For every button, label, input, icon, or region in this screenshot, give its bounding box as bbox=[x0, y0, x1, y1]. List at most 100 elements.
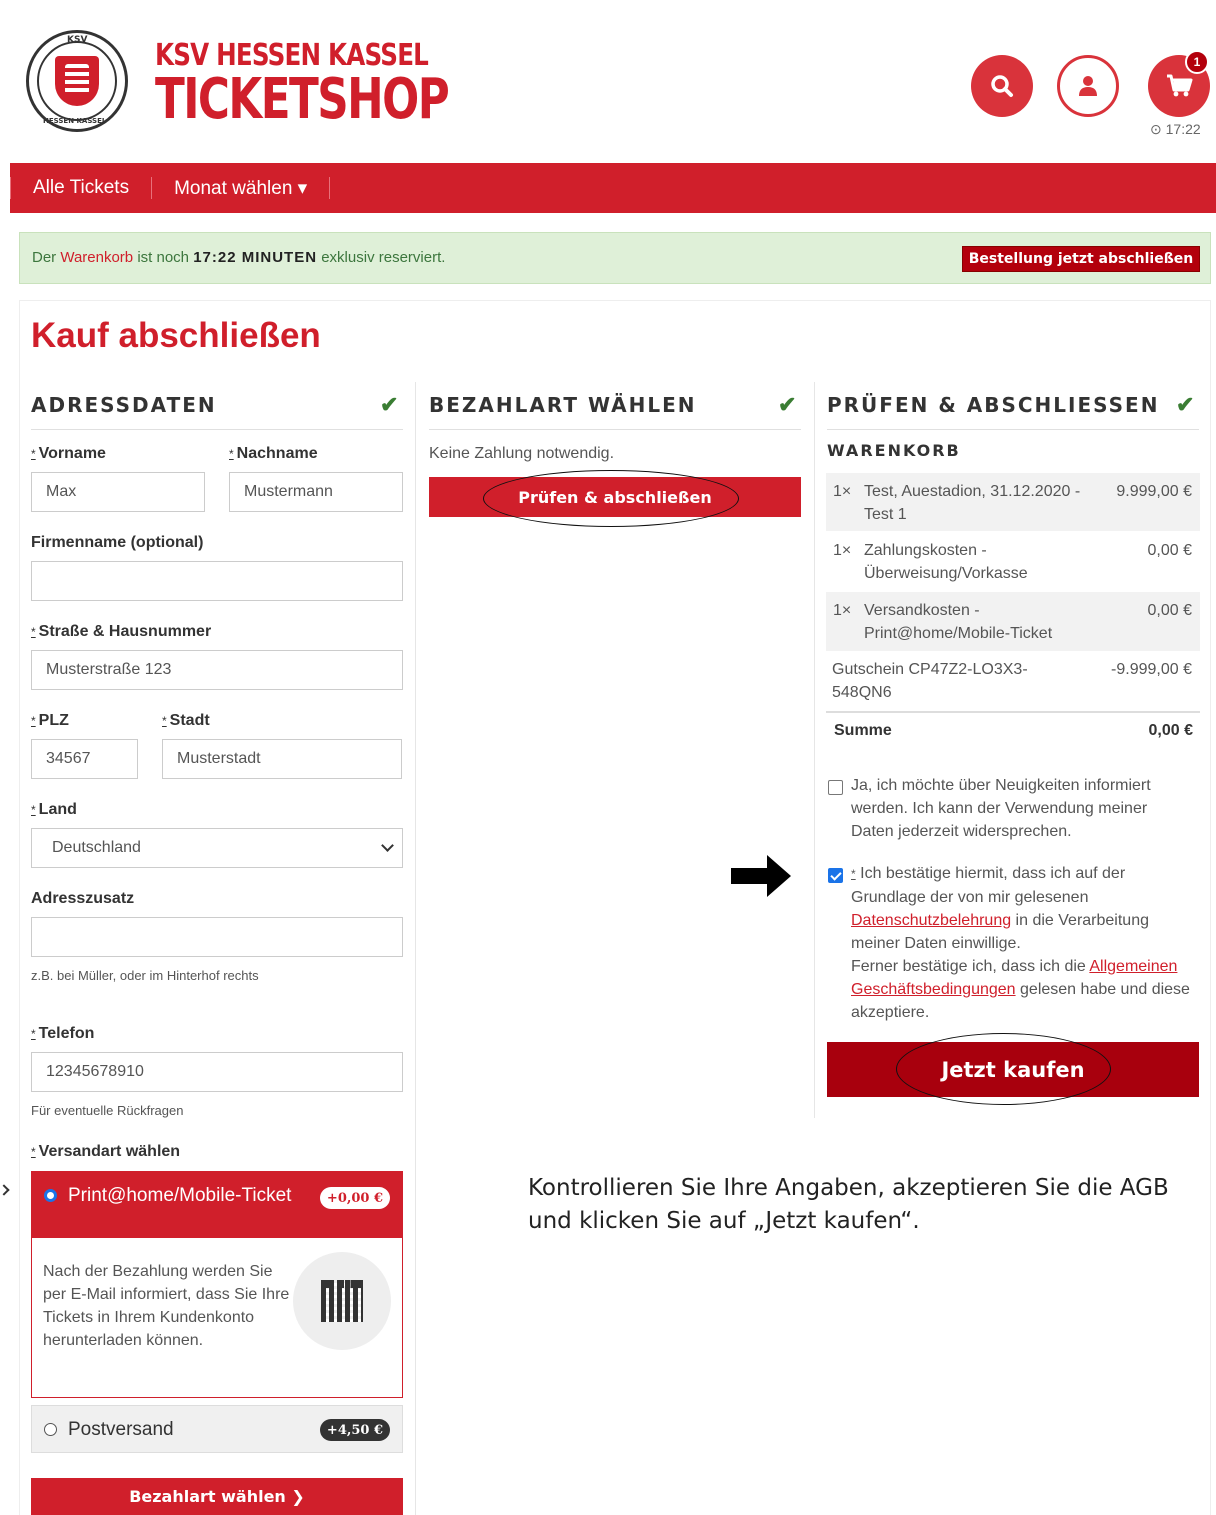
payment-section-title: BEZAHLART WÄHLEN bbox=[429, 393, 697, 417]
zip-label: * PLZ bbox=[31, 712, 69, 729]
reservation-text: ist noch bbox=[133, 249, 194, 266]
item-price: 0,00 € bbox=[1147, 542, 1192, 559]
privacy-policy-link[interactable]: Datenschutzbelehrung bbox=[851, 912, 1011, 929]
logo-bottom-text: HESSEN KASSEL bbox=[43, 117, 107, 125]
voucher-row: Gutschein CP47Z2-LO3X3-548QN6 -9.999,00 … bbox=[826, 651, 1200, 709]
price-badge: +0,00 € bbox=[320, 1187, 390, 1209]
instruction-text: Kontrollieren Sie Ihre Angaben, akzeptie… bbox=[528, 1175, 1169, 1234]
lastname-label: * Nachname bbox=[229, 445, 318, 462]
choose-payment-button[interactable]: Bezahlart wählen ❯ bbox=[31, 1478, 403, 1515]
company-field[interactable] bbox=[31, 561, 403, 601]
page-title: Kauf abschließen bbox=[31, 316, 321, 355]
street-field[interactable]: Musterstraße 123 bbox=[31, 650, 403, 690]
user-icon bbox=[1079, 76, 1097, 96]
item-price: 0,00 € bbox=[1147, 602, 1192, 619]
shipping-option-name: Print@home/Mobile-Ticket bbox=[68, 1185, 292, 1206]
phone-hint: Für eventuelle Rückfragen bbox=[31, 1103, 184, 1118]
cart-item-row: 1× Zahlungskosten - Überweisung/Vorkasse… bbox=[826, 532, 1200, 591]
shipping-option-description: Nach der Bezahlung werden Sie per E-Mail… bbox=[43, 1263, 290, 1349]
item-qty: 1× bbox=[833, 602, 852, 619]
club-logo[interactable]: KSV HESSEN KASSEL bbox=[26, 30, 128, 132]
price-badge: +4,50 € bbox=[320, 1419, 390, 1441]
phone-field[interactable]: 12345678910 bbox=[31, 1052, 403, 1092]
city-label: * Stadt bbox=[162, 712, 210, 729]
complete-order-button[interactable]: Bestellung jetzt abschließen bbox=[962, 246, 1200, 272]
arrow-tip-icon bbox=[0, 1184, 10, 1196]
sum-value: 0,00 € bbox=[1148, 722, 1193, 739]
lastname-field[interactable]: Mustermann bbox=[229, 472, 403, 512]
brand-subtitle[interactable]: TICKETSHOP bbox=[155, 72, 450, 128]
country-selected-value: Deutschland bbox=[52, 839, 141, 856]
review-section-title: PRÜFEN & ABSCHLIESSEN bbox=[827, 393, 1160, 417]
sum-divider bbox=[826, 711, 1200, 713]
reservation-timer: 17:22 MINUTEN bbox=[193, 249, 318, 266]
newsletter-text: Ja, ich möchte über Neuigkeiten informie… bbox=[851, 777, 1151, 840]
sum-label: Summe bbox=[834, 722, 892, 739]
reservation-notice: Der Warenkorb ist noch 17:22 MINUTEN exk… bbox=[19, 232, 1211, 284]
item-description: Test, Auestadion, 31.12.2020 - Test 1 bbox=[864, 483, 1081, 523]
check-icon: ✔ bbox=[778, 392, 797, 417]
shipping-label: * Versandart wählen bbox=[31, 1143, 181, 1160]
column-divider bbox=[415, 382, 416, 1515]
item-description: Zahlungskosten - Überweisung/Vorkasse bbox=[864, 542, 1028, 582]
main-nav: Alle Tickets Monat wählen ▾ bbox=[10, 163, 1216, 213]
cart-icon bbox=[1167, 74, 1193, 97]
radio-selected[interactable] bbox=[44, 1189, 57, 1202]
nav-all-tickets[interactable]: Alle Tickets bbox=[11, 177, 151, 199]
cart-item-row: 1× Versandkosten - Print@home/Mobile-Tic… bbox=[826, 592, 1200, 651]
search-button[interactable] bbox=[971, 55, 1033, 117]
terms-consent-checkbox[interactable] bbox=[828, 868, 843, 883]
addon-field[interactable] bbox=[31, 917, 403, 957]
search-icon bbox=[991, 75, 1013, 97]
voucher-amount: -9.999,00 € bbox=[1111, 661, 1192, 678]
shipping-option-name: Postversand bbox=[68, 1419, 174, 1440]
item-price: 9.999,00 € bbox=[1116, 483, 1192, 500]
radio-unselected[interactable] bbox=[44, 1423, 57, 1436]
cart-link[interactable]: Warenkorb bbox=[60, 249, 133, 266]
phone-label: * Telefon bbox=[31, 1025, 95, 1042]
address-section-title: ADRESSDATEN bbox=[31, 393, 217, 417]
section-divider bbox=[827, 429, 1199, 430]
street-label: * Straße & Hausnummer bbox=[31, 623, 212, 640]
firstname-label: * Vorname bbox=[31, 445, 106, 462]
pointer-arrow-icon bbox=[731, 855, 791, 897]
item-qty: 1× bbox=[833, 483, 852, 500]
lion-crest-icon bbox=[55, 56, 99, 106]
logo-top-text: KSV bbox=[67, 35, 88, 45]
shipping-option-post[interactable]: Postversand +4,50 € bbox=[31, 1405, 403, 1453]
highlight-ellipse bbox=[896, 1033, 1111, 1105]
shipping-option-printathome[interactable]: Print@home/Mobile-Ticket +0,00 € Nach de… bbox=[31, 1171, 403, 1398]
nav-divider bbox=[329, 177, 331, 199]
account-button[interactable] bbox=[1057, 55, 1119, 117]
cart-title: WARENKORB bbox=[827, 441, 961, 460]
check-icon: ✔ bbox=[380, 392, 399, 417]
country-label: * Land bbox=[31, 801, 77, 818]
country-select[interactable]: Deutschland bbox=[31, 828, 403, 868]
company-label: Firmenname (optional) bbox=[31, 534, 204, 551]
addon-hint: z.B. bei Müller, oder im Hinterhof recht… bbox=[31, 968, 259, 983]
item-description: Versandkosten - Print@home/Mobile-Ticket bbox=[864, 602, 1053, 642]
column-divider bbox=[814, 382, 815, 1118]
nav-month-dropdown[interactable]: Monat wählen ▾ bbox=[152, 177, 329, 200]
cart-timer: ⊙ 17:22 bbox=[1150, 121, 1201, 137]
reservation-text: exklusiv reserviert. bbox=[317, 249, 446, 266]
site-header: KSV HESSEN KASSEL KSV HESSEN KASSEL TICK… bbox=[0, 0, 1216, 163]
qr-code-icon bbox=[293, 1252, 391, 1350]
section-divider bbox=[429, 429, 801, 430]
reservation-text: Der bbox=[32, 249, 61, 266]
city-field[interactable]: Musterstadt bbox=[162, 739, 402, 779]
firstname-field[interactable]: Max bbox=[31, 472, 205, 512]
cart-item-row: 1× Test, Auestadion, 31.12.2020 - Test 1… bbox=[826, 473, 1200, 531]
section-divider bbox=[31, 429, 403, 430]
newsletter-checkbox[interactable] bbox=[828, 780, 843, 795]
item-qty: 1× bbox=[833, 542, 852, 559]
payment-info: Keine Zahlung notwendig. bbox=[429, 445, 615, 462]
voucher-description: Gutschein CP47Z2-LO3X3-548QN6 bbox=[832, 661, 1028, 701]
cart-count-badge: 1 bbox=[1185, 50, 1209, 74]
highlight-ellipse bbox=[483, 470, 739, 527]
check-icon: ✔ bbox=[1176, 392, 1195, 417]
zip-field[interactable]: 34567 bbox=[31, 739, 138, 779]
addon-label: Adresszusatz bbox=[31, 890, 135, 907]
terms-consent-text: * Ich bestätige hiermit, dass ich auf de… bbox=[851, 865, 1190, 1021]
chevron-down-icon bbox=[381, 839, 394, 852]
